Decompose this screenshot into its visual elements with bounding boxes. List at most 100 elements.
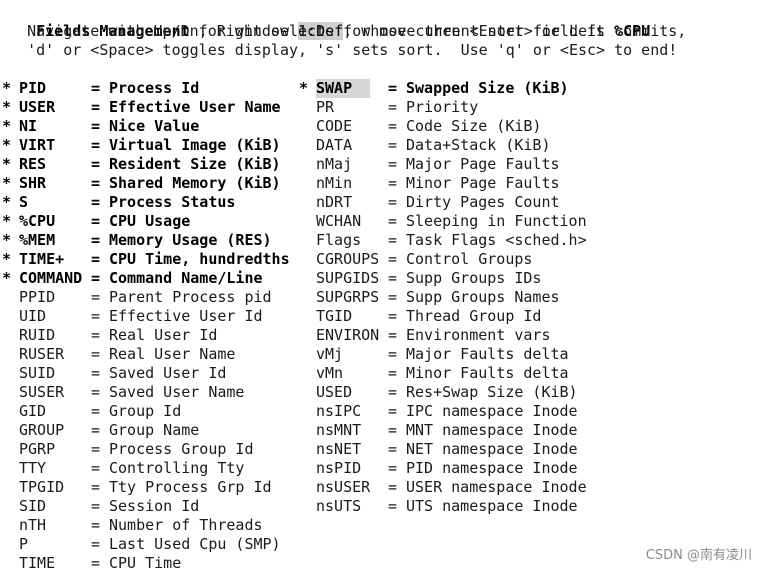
field-separator: =: [91, 269, 101, 287]
field-separator: =: [388, 307, 398, 325]
field-name[interactable]: PGRP: [19, 440, 55, 459]
field-separator: =: [388, 136, 398, 154]
field-name[interactable]: nsPID: [316, 459, 361, 478]
field-separator: =: [388, 193, 398, 211]
field-display-marker: *: [2, 136, 12, 154]
field-description: Control Groups: [406, 250, 533, 268]
field-name[interactable]: nsUSER: [316, 478, 370, 497]
field-name[interactable]: nTH: [19, 516, 46, 535]
field-description: Res+Swap Size (KiB): [406, 383, 578, 401]
field-name[interactable]: RUSER: [19, 345, 64, 364]
field-name[interactable]: P: [19, 535, 28, 554]
field-separator: =: [91, 98, 101, 116]
field-separator: =: [91, 554, 101, 571]
field-name[interactable]: USER: [19, 98, 55, 117]
field-name[interactable]: %CPU: [19, 212, 55, 231]
field-name[interactable]: TGID: [316, 307, 352, 326]
field-name[interactable]: TPGID: [19, 478, 64, 497]
field-display-marker: *: [2, 269, 12, 287]
field-description: Group Name: [109, 421, 200, 439]
field-name[interactable]: RUID: [19, 326, 55, 345]
terminal-screen[interactable]: Fields Management for window 1:Def, whos…: [0, 0, 760, 571]
field-name[interactable]: SUPGRPS: [316, 288, 379, 307]
field-name[interactable]: vMj: [316, 345, 343, 364]
field-name[interactable]: TTY: [19, 459, 46, 478]
field-name[interactable]: RES: [19, 155, 46, 174]
field-separator: =: [91, 364, 101, 382]
field-name[interactable]: SHR: [19, 174, 46, 193]
field-name[interactable]: nsNET: [316, 440, 361, 459]
field-separator: =: [91, 440, 101, 458]
field-name[interactable]: CGROUPS: [316, 250, 379, 269]
field-name[interactable]: SUID: [19, 364, 55, 383]
field-name[interactable]: VIRT: [19, 136, 55, 155]
field-name[interactable]: ENVIRON: [316, 326, 379, 345]
field-description: Minor Faults delta: [406, 364, 569, 382]
field-description: NET namespace Inode: [406, 440, 578, 458]
field-display-marker: *: [2, 155, 12, 173]
field-separator: =: [91, 136, 101, 154]
field-name[interactable]: %MEM: [19, 231, 55, 250]
field-separator: =: [388, 326, 398, 344]
field-separator: =: [388, 155, 398, 173]
field-separator: =: [388, 250, 398, 268]
field-name[interactable]: TIME: [19, 554, 55, 571]
field-name[interactable]: WCHAN: [316, 212, 361, 231]
field-name[interactable]: CODE: [316, 117, 352, 136]
field-display-marker: *: [2, 212, 12, 230]
field-display-marker: *: [2, 250, 12, 268]
field-description: Last Used Cpu (SMP): [109, 535, 281, 553]
field-separator: =: [388, 79, 398, 97]
field-description: Environment vars: [406, 326, 551, 344]
field-name[interactable]: Flags: [316, 231, 361, 250]
field-name[interactable]: nMin: [316, 174, 352, 193]
field-name[interactable]: SUPGIDS: [316, 269, 379, 288]
field-name[interactable]: nsUTS: [316, 497, 361, 516]
field-display-marker: *: [2, 193, 12, 211]
field-description: Effective User Id: [109, 307, 263, 325]
field-description: Resident Size (KiB): [109, 155, 281, 173]
field-name[interactable]: TIME+: [19, 250, 64, 269]
field-name[interactable]: nsMNT: [316, 421, 361, 440]
field-name[interactable]: UID: [19, 307, 46, 326]
field-name[interactable]: S: [19, 193, 28, 212]
field-separator: =: [91, 326, 101, 344]
field-name[interactable]: nMaj: [316, 155, 352, 174]
field-name[interactable]: vMn: [316, 364, 343, 383]
field-name[interactable]: COMMAND: [19, 269, 82, 288]
field-description: Priority: [406, 98, 479, 116]
field-description: Group Id: [109, 402, 182, 420]
field-description: Data+Stack (KiB): [406, 136, 551, 154]
field-separator: =: [388, 459, 398, 477]
field-separator: =: [91, 155, 101, 173]
field-display-marker: *: [2, 79, 12, 97]
field-name[interactable]: NI: [19, 117, 37, 136]
field-name[interactable]: nsIPC: [316, 402, 361, 421]
field-name[interactable]: GID: [19, 402, 46, 421]
field-separator: =: [388, 212, 398, 230]
field-name[interactable]: USED: [316, 383, 352, 402]
field-description: Shared Memory (KiB): [109, 174, 281, 192]
field-description: Nice Value: [109, 117, 200, 135]
field-separator: =: [388, 478, 398, 496]
field-description: Parent Process pid: [109, 288, 272, 306]
field-description: Process Status: [109, 193, 236, 211]
field-name[interactable]: SWAP: [316, 79, 371, 98]
field-separator: =: [91, 117, 101, 135]
field-description: Saved User Id: [109, 364, 227, 382]
field-name[interactable]: SUSER: [19, 383, 64, 402]
field-separator: =: [91, 345, 101, 363]
field-separator: =: [91, 478, 101, 496]
field-name[interactable]: nDRT: [316, 193, 352, 212]
field-display-marker: *: [2, 98, 12, 116]
field-separator: =: [91, 383, 101, 401]
field-name[interactable]: PPID: [19, 288, 55, 307]
field-name[interactable]: PR: [316, 98, 334, 117]
field-name[interactable]: PID: [19, 79, 46, 98]
field-name[interactable]: DATA: [316, 136, 352, 155]
field-description: Task Flags <sched.h>: [406, 231, 587, 249]
field-name[interactable]: GROUP: [19, 421, 64, 440]
field-description: CPU Time: [109, 554, 182, 571]
field-name[interactable]: SID: [19, 497, 46, 516]
field-description: CPU Time, hundredths: [109, 250, 290, 268]
